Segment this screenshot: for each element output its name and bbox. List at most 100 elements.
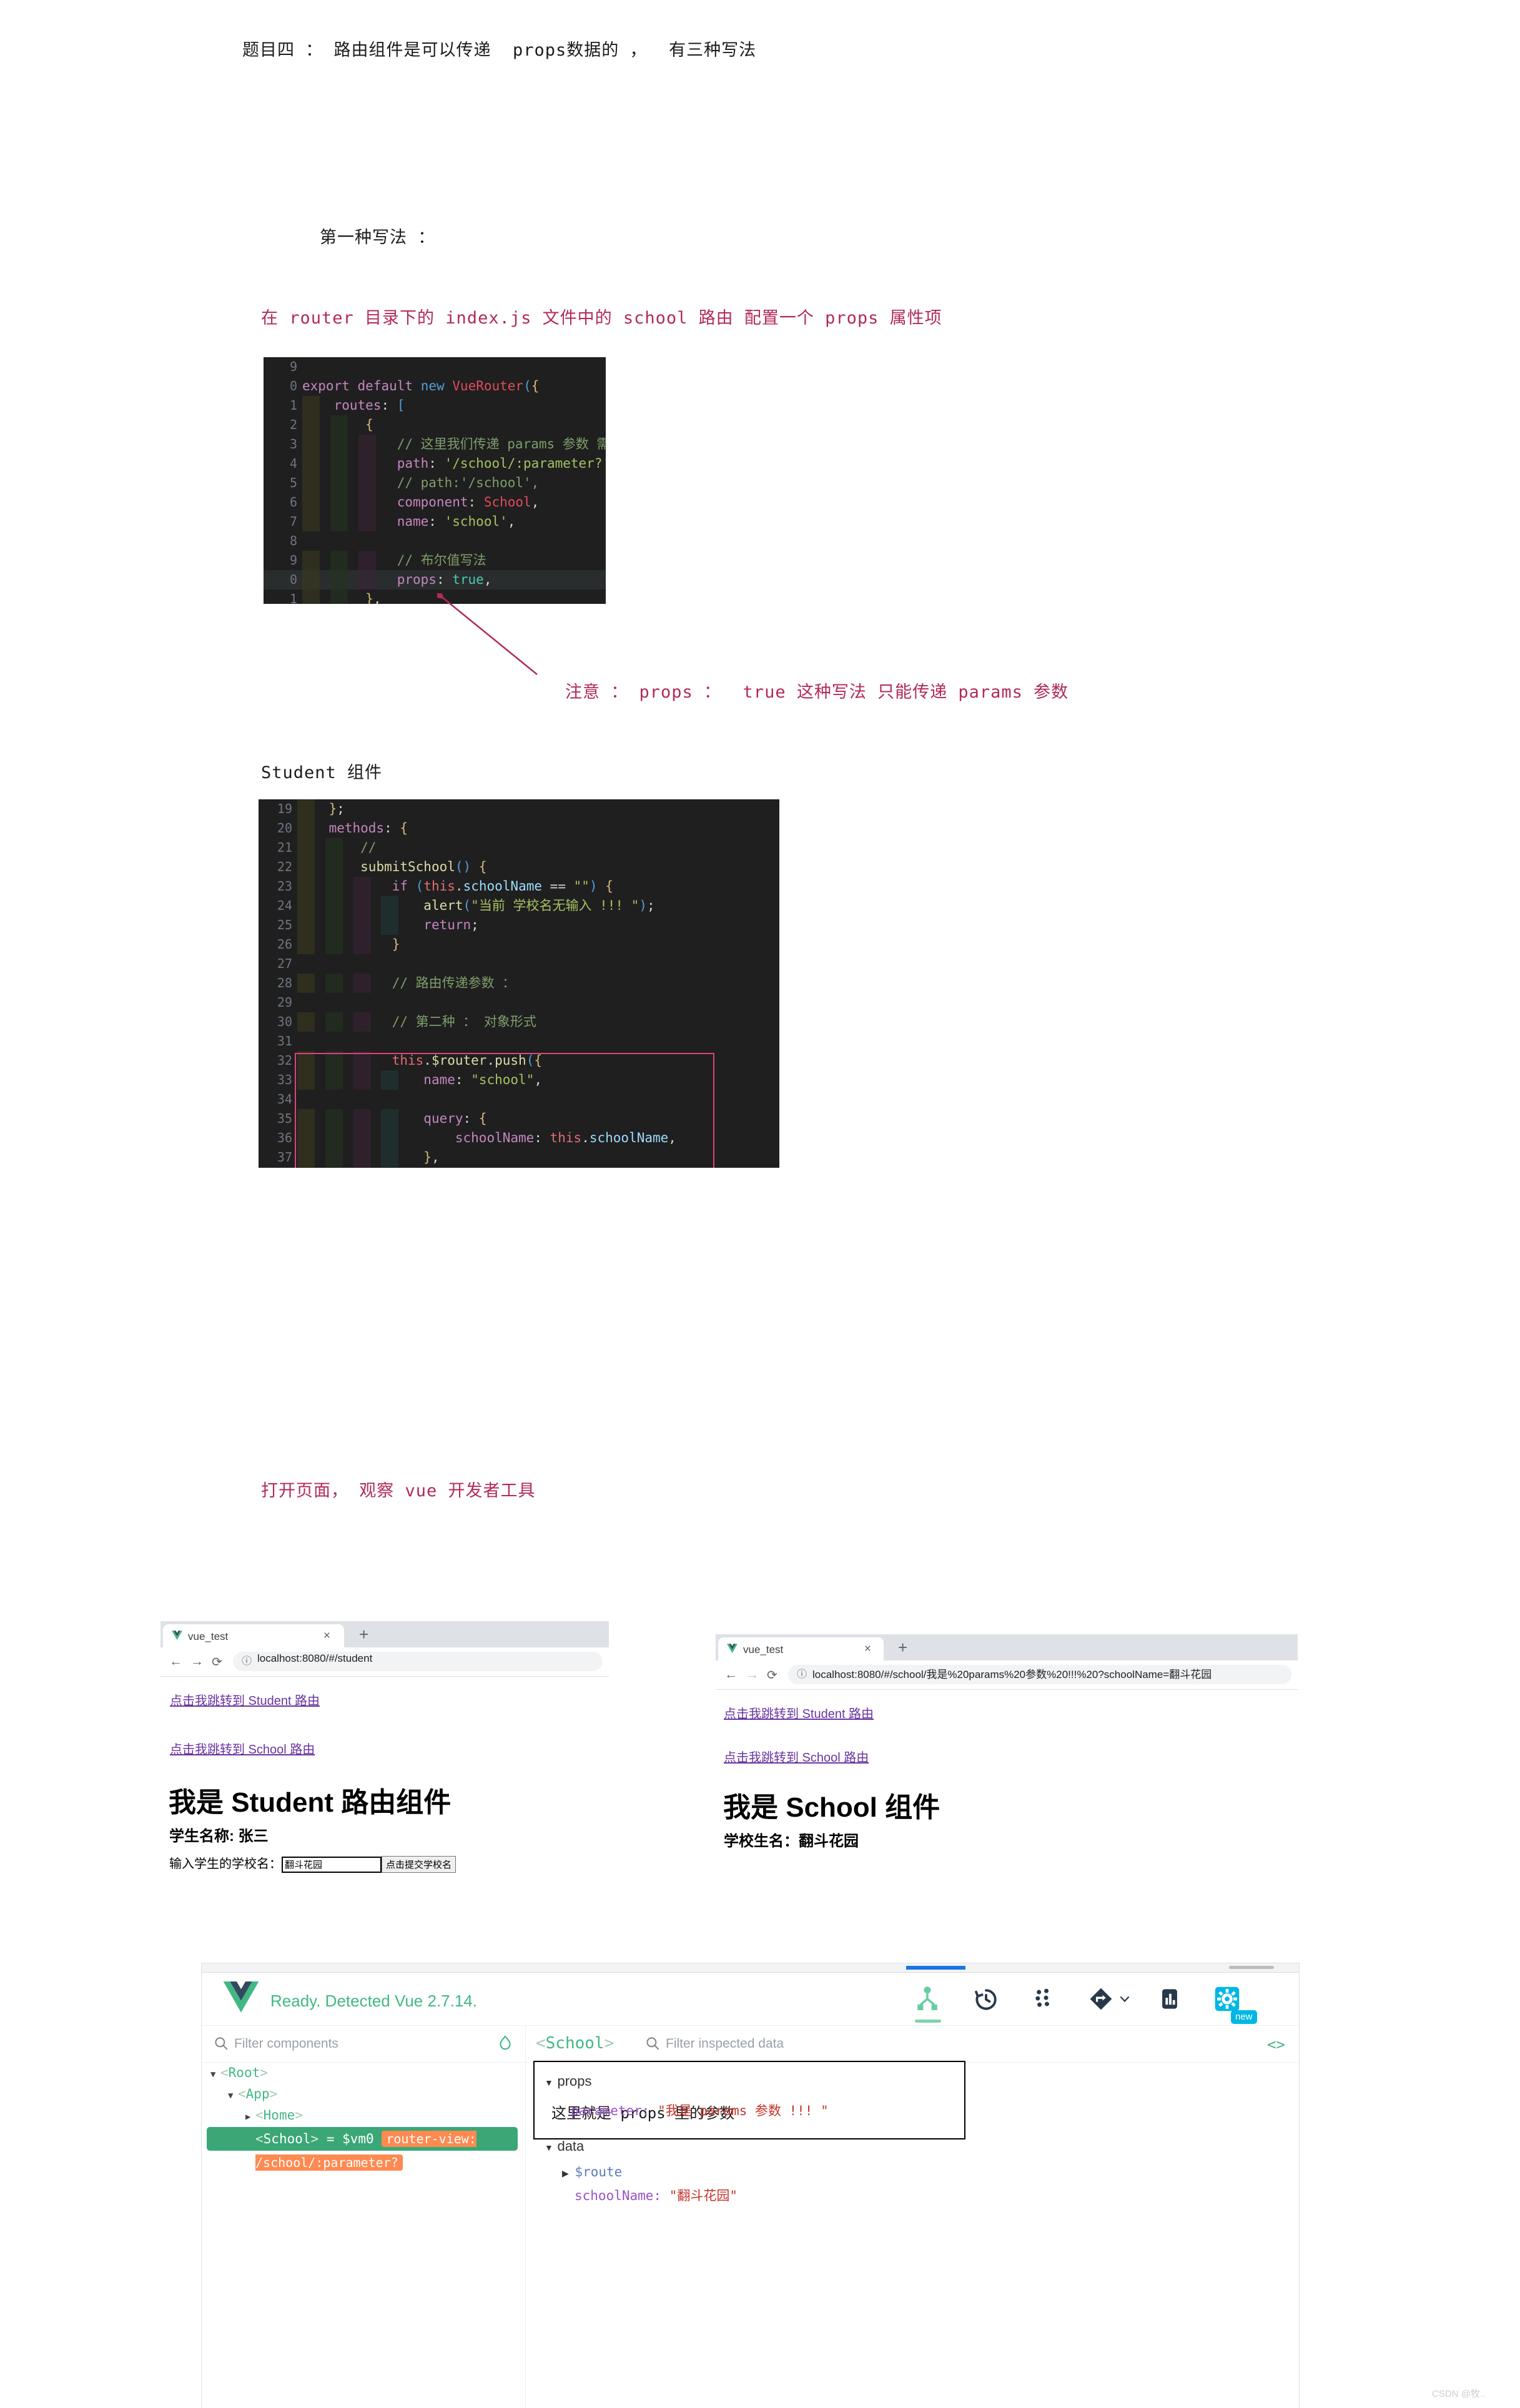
close-icon[interactable]: × bbox=[864, 1642, 871, 1656]
link-student-route[interactable]: 点击我跳转到 Student 路由 bbox=[170, 1690, 320, 1709]
omnibox: ← → ⟳ ⓘ localhost:8080/#/student bbox=[160, 1647, 609, 1677]
line-number: 35 bbox=[277, 1111, 292, 1126]
props-highlight-box bbox=[533, 2061, 965, 2139]
props-parameter-key: parameter: bbox=[571, 2103, 650, 2118]
code-text: schoolName: this.schoolName, bbox=[455, 1130, 676, 1145]
reload-icon[interactable]: ⟳ bbox=[767, 1667, 777, 1683]
line-number: 6 bbox=[289, 495, 297, 510]
code-line: 36 schoolName: this.schoolName, bbox=[259, 1128, 779, 1148]
code-text: this.$router.push({ bbox=[392, 1053, 543, 1068]
new-tab-icon[interactable]: + bbox=[898, 1638, 907, 1657]
chevron-down-icon[interactable] bbox=[1117, 1991, 1132, 2006]
url-text: localhost:8080/#/student bbox=[257, 1652, 373, 1664]
vue-devtools-panel: Ready. Detected Vue 2.7.14. new Filter c… bbox=[201, 1963, 1300, 2408]
chevron-down-icon[interactable]: ▼ bbox=[210, 2064, 220, 2085]
browser-window-student: vue_test × + ← → ⟳ ⓘ localhost:8080/#/st… bbox=[160, 1621, 609, 1873]
tree-item-app[interactable]: ▼ <App> bbox=[202, 2083, 525, 2105]
tree-item-root[interactable]: ▼ <Root> bbox=[202, 2062, 525, 2083]
school-name: 学校生名：翻斗花园 bbox=[724, 1833, 859, 1850]
school-name-input[interactable] bbox=[282, 1856, 382, 1873]
code-screenshot-student: 19 }; 20 methods: {21 //22 submitSchool()… bbox=[259, 799, 779, 1168]
school-name-form: 输入学生的学校名： 点击提交学校名 bbox=[169, 1853, 456, 1873]
code-line: 2 { bbox=[264, 415, 606, 435]
vuex-tab[interactable] bbox=[1030, 1985, 1059, 2014]
browser-tab[interactable]: vue_test × bbox=[718, 1637, 884, 1660]
code-text: path: '/school/:parameter?', bbox=[397, 456, 606, 471]
code-line: 4 path: '/school/:parameter?', bbox=[264, 454, 606, 473]
chevron-down-icon[interactable]: ▼ bbox=[545, 2143, 555, 2153]
tab-title: vue_test bbox=[188, 1631, 229, 1642]
props-true-note: 注意 ： props ： true 这种写法 只能传递 params 参数 bbox=[565, 683, 1069, 702]
line-number: 23 bbox=[277, 879, 292, 894]
tree-item-home[interactable]: ▶ <Home> bbox=[202, 2105, 525, 2126]
line-number: 26 bbox=[277, 937, 292, 952]
annotation-arrow bbox=[437, 593, 538, 675]
code-line: 6 component: School, bbox=[264, 493, 606, 512]
line-number: 27 bbox=[277, 956, 292, 971]
chevron-down-icon[interactable]: ▼ bbox=[228, 2085, 238, 2106]
browser-tab[interactable]: vue_test × bbox=[163, 1624, 344, 1647]
devtools-body: Filter components ▼ <Root> ▼ <App> ▶ <Home>… bbox=[202, 2026, 1299, 2408]
site-info-icon[interactable]: ⓘ bbox=[242, 1652, 252, 1667]
components-tab[interactable] bbox=[914, 1985, 942, 2023]
close-icon[interactable]: × bbox=[323, 1629, 330, 1643]
inspected-component-title: <School> bbox=[536, 2034, 614, 2053]
props-section[interactable]: ▼ props bbox=[545, 2073, 592, 2090]
code-text: // path:'/school', bbox=[302, 475, 540, 490]
code-line: 9 bbox=[264, 357, 606, 377]
chevron-right-icon[interactable]: ▶ bbox=[562, 2168, 572, 2179]
line-number: 29 bbox=[277, 995, 292, 1010]
code-brackets-icon[interactable]: <> bbox=[1267, 2036, 1285, 2053]
code-line: 35 query: { bbox=[259, 1109, 779, 1128]
forward-icon[interactable]: → bbox=[190, 1654, 204, 1669]
component-tree: ▼ <Root> ▼ <App> ▶ <Home> <School> = $vm0 r… bbox=[202, 2062, 525, 2171]
performance-tab[interactable] bbox=[1156, 1985, 1185, 2014]
line-number: 9 bbox=[289, 553, 297, 568]
forward-icon[interactable]: → bbox=[746, 1667, 759, 1682]
filter-components-input[interactable]: Filter components bbox=[234, 2036, 338, 2051]
filter-inspected-input[interactable]: Filter inspected data bbox=[666, 2036, 784, 2051]
props-parameter-row: parameter: "我是 params 参数 !!! " bbox=[571, 2101, 829, 2119]
code-line: 30 // 第二种 ： 对象形式 bbox=[259, 1012, 779, 1032]
reload-icon[interactable]: ⟳ bbox=[212, 1654, 222, 1670]
code-text: // 路由传递参数 ： bbox=[297, 975, 516, 990]
page-heading: 我是 Student 路由组件 bbox=[169, 1787, 452, 1818]
chevron-down-icon[interactable]: ▼ bbox=[545, 2078, 555, 2088]
routing-tab[interactable] bbox=[1087, 1985, 1133, 2014]
code-text: if (this.schoolName == "") { bbox=[392, 879, 613, 894]
code-text: // 这里我们传递 params 参数 需要占位 所以添加 /:schoolNa… bbox=[397, 437, 606, 452]
line-number: 34 bbox=[277, 1092, 292, 1107]
props-parameter-value: "我是 params 参数 !!! " bbox=[658, 2103, 829, 2118]
code-line: 19 }; bbox=[259, 799, 779, 819]
line-number: 19 bbox=[277, 801, 292, 816]
link-student-route[interactable]: 点击我跳转到 Student 路由 bbox=[724, 1704, 874, 1722]
chevron-right-icon[interactable]: ▶ bbox=[245, 2106, 255, 2128]
code-line: 23 if (this.schoolName == "") { bbox=[259, 877, 779, 896]
line-number: 32 bbox=[277, 1053, 292, 1068]
panel-handle[interactable] bbox=[1229, 1966, 1274, 1969]
link-school-route[interactable]: 点击我跳转到 School 路由 bbox=[724, 1747, 869, 1765]
timeline-tab[interactable] bbox=[972, 1985, 1001, 2014]
line-number: 30 bbox=[277, 1014, 292, 1029]
site-info-icon[interactable]: ⓘ bbox=[797, 1665, 807, 1680]
code-text: } bbox=[392, 937, 400, 952]
router-config-note: 在 router 目录下的 index.js 文件中的 school 路由 配置… bbox=[261, 308, 942, 328]
link-school-route[interactable]: 点击我跳转到 School 路由 bbox=[170, 1739, 315, 1757]
search-icon bbox=[644, 2035, 661, 2051]
settings-tab[interactable]: new bbox=[1213, 1985, 1257, 2024]
code-text: export default new VueRouter({ bbox=[302, 378, 540, 393]
tree-item-label: Root bbox=[228, 2065, 260, 2080]
code-text: // bbox=[297, 840, 377, 855]
back-icon[interactable]: ← bbox=[724, 1667, 738, 1682]
code-text: routes: [ bbox=[333, 398, 405, 413]
method-one-label: 第一种写法 ： bbox=[320, 228, 436, 247]
route-row[interactable]: ▶ $route bbox=[562, 2164, 622, 2179]
new-tab-icon[interactable]: + bbox=[359, 1625, 368, 1644]
tab-strip: vue_test × + bbox=[716, 1634, 1298, 1660]
back-icon[interactable]: ← bbox=[169, 1654, 182, 1669]
tab-strip: vue_test × + bbox=[160, 1621, 609, 1647]
tree-item-school[interactable]: <School> = $vm0 router-view: /school/:pa… bbox=[207, 2127, 518, 2171]
data-section[interactable]: ▼ data bbox=[545, 2138, 584, 2154]
submit-school-button[interactable]: 点击提交学校名 bbox=[382, 1856, 456, 1873]
select-component-target-icon[interactable] bbox=[496, 2035, 514, 2052]
